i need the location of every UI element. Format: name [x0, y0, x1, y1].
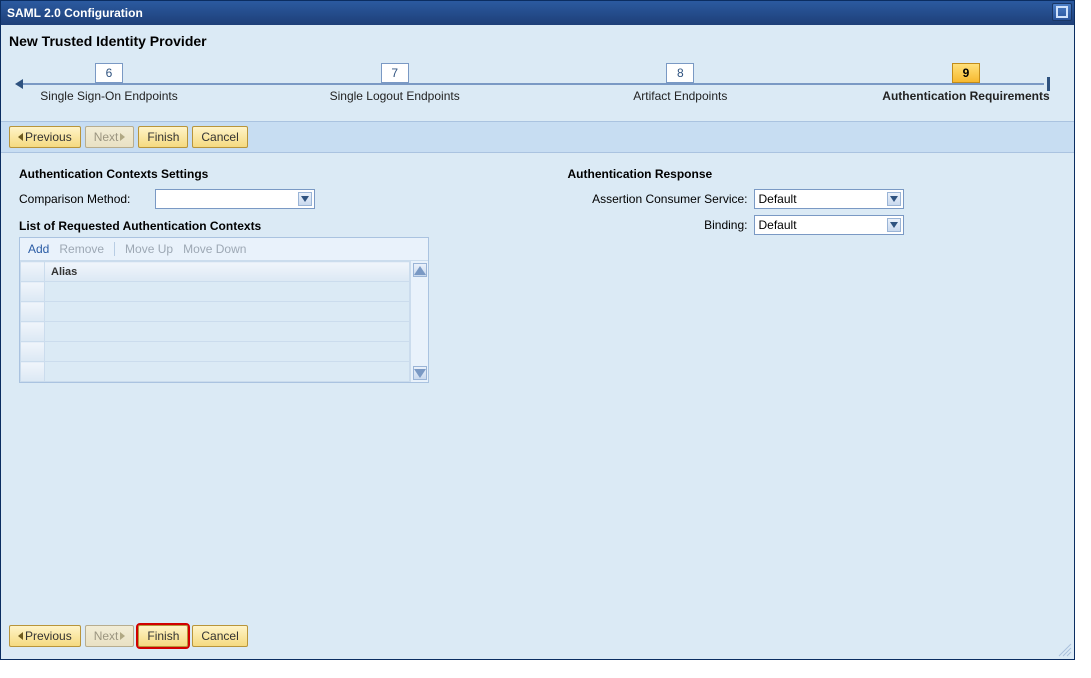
title-bar: SAML 2.0 Configuration: [1, 1, 1074, 25]
chevron-down-icon: [887, 218, 901, 232]
action-bar-bottom: Previous Next Finish Cancel: [9, 625, 248, 647]
wizard-step-6[interactable]: 6 Single Sign-On Endpoints: [9, 63, 209, 103]
list-heading: List of Requested Authentication Context…: [19, 219, 508, 233]
wizard-roadmap: 6 Single Sign-On Endpoints 7 Single Logo…: [1, 53, 1074, 121]
table-row[interactable]: [21, 342, 410, 362]
content-area: Authentication Contexts Settings Compari…: [1, 153, 1074, 397]
chevron-down-icon: [298, 192, 312, 206]
previous-button[interactable]: Previous: [9, 625, 81, 647]
step-label: Artifact Endpoints: [633, 89, 727, 103]
acs-row: Assertion Consumer Service: Default: [568, 189, 1057, 209]
left-column: Authentication Contexts Settings Compari…: [19, 167, 508, 383]
cell-alias[interactable]: [45, 362, 410, 382]
previous-label: Previous: [25, 629, 72, 643]
cancel-button[interactable]: Cancel: [192, 126, 247, 148]
wizard-step-7[interactable]: 7 Single Logout Endpoints: [295, 63, 495, 103]
maximize-button[interactable]: [1052, 3, 1072, 21]
cancel-button[interactable]: Cancel: [192, 625, 247, 647]
comparison-method-select[interactable]: [155, 189, 315, 209]
window-title: SAML 2.0 Configuration: [7, 6, 143, 20]
acs-value: Default: [759, 192, 797, 206]
saml-config-window: SAML 2.0 Configuration New Trusted Ident…: [0, 0, 1075, 660]
arrow-right-icon: [120, 632, 125, 640]
step-label: Single Sign-On Endpoints: [40, 89, 177, 103]
finish-button[interactable]: Finish: [138, 625, 188, 647]
page-title: New Trusted Identity Provider: [1, 25, 1074, 53]
finish-label: Finish: [147, 629, 179, 643]
next-button: Next: [85, 625, 135, 647]
next-label: Next: [94, 629, 119, 643]
chevron-down-icon: [887, 192, 901, 206]
cell-alias[interactable]: [45, 302, 410, 322]
column-alias[interactable]: Alias: [45, 262, 410, 282]
action-bar-top: Previous Next Finish Cancel: [1, 121, 1074, 153]
row-header-blank: [21, 262, 45, 282]
auth-contexts-heading: Authentication Contexts Settings: [19, 167, 508, 181]
maximize-icon: [1056, 6, 1068, 18]
next-button: Next: [85, 126, 135, 148]
resize-grip-icon[interactable]: [1057, 642, 1073, 658]
next-label: Next: [94, 130, 119, 144]
previous-label: Previous: [25, 130, 72, 144]
previous-button[interactable]: Previous: [9, 126, 81, 148]
cancel-label: Cancel: [201, 629, 238, 643]
binding-select[interactable]: Default: [754, 215, 904, 235]
arrow-left-icon: [18, 133, 23, 141]
acs-select[interactable]: Default: [754, 189, 904, 209]
arrow-left-icon: [18, 632, 23, 640]
cell-alias[interactable]: [45, 322, 410, 342]
cell-alias[interactable]: [45, 282, 410, 302]
comparison-method-label: Comparison Method:: [19, 192, 149, 206]
step-label: Single Logout Endpoints: [330, 89, 460, 103]
table-row[interactable]: [21, 362, 410, 382]
table-row[interactable]: [21, 322, 410, 342]
auth-contexts-table: Alias: [20, 261, 410, 382]
moveup-button: Move Up: [125, 242, 173, 256]
step-number: 8: [666, 63, 694, 83]
remove-button: Remove: [59, 242, 104, 256]
comparison-method-row: Comparison Method:: [19, 189, 508, 209]
step-label: Authentication Requirements: [882, 89, 1049, 103]
cell-alias[interactable]: [45, 342, 410, 362]
step-number: 7: [381, 63, 409, 83]
wizard-step-9[interactable]: 9 Authentication Requirements: [866, 63, 1066, 103]
table-row[interactable]: [21, 282, 410, 302]
acs-label: Assertion Consumer Service:: [568, 192, 748, 206]
finish-label: Finish: [147, 130, 179, 144]
cancel-label: Cancel: [201, 130, 238, 144]
binding-value: Default: [759, 218, 797, 232]
right-column: Authentication Response Assertion Consum…: [568, 167, 1057, 383]
scroll-down-icon[interactable]: [413, 366, 427, 380]
arrow-right-icon: [120, 133, 125, 141]
movedown-button: Move Down: [183, 242, 246, 256]
auth-response-heading: Authentication Response: [568, 167, 1057, 181]
finish-button[interactable]: Finish: [138, 126, 188, 148]
add-button[interactable]: Add: [28, 242, 49, 256]
table-scrollbar[interactable]: [410, 261, 428, 382]
binding-row: Binding: Default: [568, 215, 1057, 235]
auth-contexts-table-panel: Add Remove Move Up Move Down Alias: [19, 237, 429, 383]
table-row[interactable]: [21, 302, 410, 322]
wizard-step-8[interactable]: 8 Artifact Endpoints: [580, 63, 780, 103]
scroll-up-icon[interactable]: [413, 263, 427, 277]
toolbar-separator: [114, 242, 115, 256]
step-number: 6: [95, 63, 123, 83]
table-toolbar: Add Remove Move Up Move Down: [20, 238, 428, 261]
step-number: 9: [952, 63, 980, 83]
binding-label: Binding:: [568, 218, 748, 232]
